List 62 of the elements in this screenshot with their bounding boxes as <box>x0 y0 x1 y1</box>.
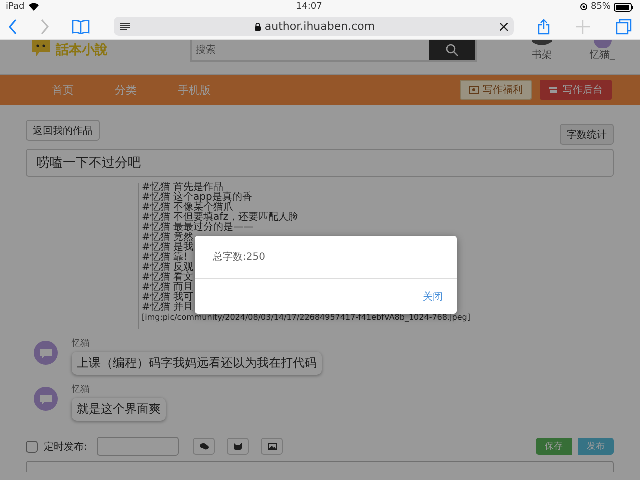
cup-icon <box>549 86 559 94</box>
device-name: iPad <box>6 2 25 12</box>
clock-time: 14:07 <box>295 2 324 12</box>
text-line: #忆猫 反观 <box>142 263 194 273</box>
comment-bubble: 上课（编程）码字我妈远看还以为我在打代码 <box>72 352 322 375</box>
tabs-icon[interactable] <box>616 18 632 34</box>
text-line: #忆猫 首先是作品 <box>142 183 224 193</box>
comment-bubble: 就是这个界面爽 <box>72 398 166 421</box>
text-line: #忆猫 看文 <box>142 273 194 283</box>
schedule-label: 定时发布: <box>44 440 88 454</box>
battery-percent: 85% <box>590 2 611 12</box>
forward-icon[interactable] <box>40 18 50 34</box>
nav-link[interactable]: 手机版 <box>178 82 241 98</box>
text-line: #忆猫 靠! <box>142 253 188 263</box>
comment-author: 忆猫 <box>72 384 91 396</box>
publish-button[interactable]: 发布 <box>578 438 614 455</box>
checkbox[interactable] <box>26 440 38 452</box>
address-bar[interactable]: author.ihuaben.com <box>114 17 514 36</box>
nav-link[interactable]: 分类 <box>115 82 178 98</box>
logo-text: 話本小說 <box>56 42 108 59</box>
text-line: #忆猫 而且 <box>142 283 194 293</box>
text-line: #忆猫 不像某个猫爪 <box>142 203 234 213</box>
ticket-icon <box>469 86 479 94</box>
chat-icon <box>200 443 209 450</box>
image-button[interactable] <box>261 438 284 455</box>
share-icon[interactable] <box>538 18 550 34</box>
text-line: #忆猫 最最过分的是—— <box>142 223 254 233</box>
chat-button[interactable] <box>193 438 216 455</box>
wifi-icon <box>28 3 39 11</box>
close-icon[interactable] <box>500 22 508 30</box>
url-text: author.ihuaben.com <box>264 20 376 33</box>
text-line: #忆猫 不但要填afz，还要匹配人脸 <box>142 213 298 223</box>
search-field[interactable]: 搜索 <box>190 40 429 62</box>
close-button[interactable]: 关闭 <box>423 290 443 304</box>
text-line: #忆猫 是我 <box>142 243 194 253</box>
cat-button[interactable] <box>227 438 250 455</box>
book-icon[interactable] <box>72 20 90 34</box>
lock-icon <box>254 22 261 30</box>
image-icon <box>268 443 277 450</box>
nav-link[interactable]: 首页 <box>52 82 115 98</box>
text-line: #忆猫 我可 <box>142 293 194 303</box>
text-line: #忆猫 这个app是真的香 <box>142 193 252 203</box>
orientation-lock-icon <box>580 3 588 11</box>
time-field[interactable] <box>97 437 180 456</box>
nav-button[interactable]: 写作福利 <box>460 80 532 100</box>
shelf-link[interactable]: 书架 <box>532 48 552 62</box>
search-icon[interactable] <box>446 44 458 56</box>
save-button[interactable]: 保存 <box>536 438 572 455</box>
reader-icon[interactable] <box>120 22 130 30</box>
back-button[interactable]: 返回我的作品 <box>26 120 100 141</box>
battery-icon <box>614 2 634 12</box>
comment-author: 忆猫 <box>72 338 91 350</box>
cat-icon <box>234 443 242 450</box>
title-field[interactable]: 唠嗑一下不过分吧 <box>26 149 614 177</box>
text-line: #忆猫 竟然 <box>142 233 194 243</box>
user-name[interactable]: 忆猫_ <box>590 48 615 62</box>
word-count-button[interactable]: 字数统计 <box>560 124 614 145</box>
nav-button[interactable]: 写作后台 <box>540 80 612 100</box>
back-icon[interactable] <box>8 18 18 34</box>
text-line: #忆猫 并且 <box>142 303 194 313</box>
word-count-text: 总字数:250 <box>213 250 266 264</box>
text-line: [img:pic/community/2024/08/03/14/17/22684957417-f41ebfVA8b_1024-768.jpeg] <box>142 313 470 323</box>
